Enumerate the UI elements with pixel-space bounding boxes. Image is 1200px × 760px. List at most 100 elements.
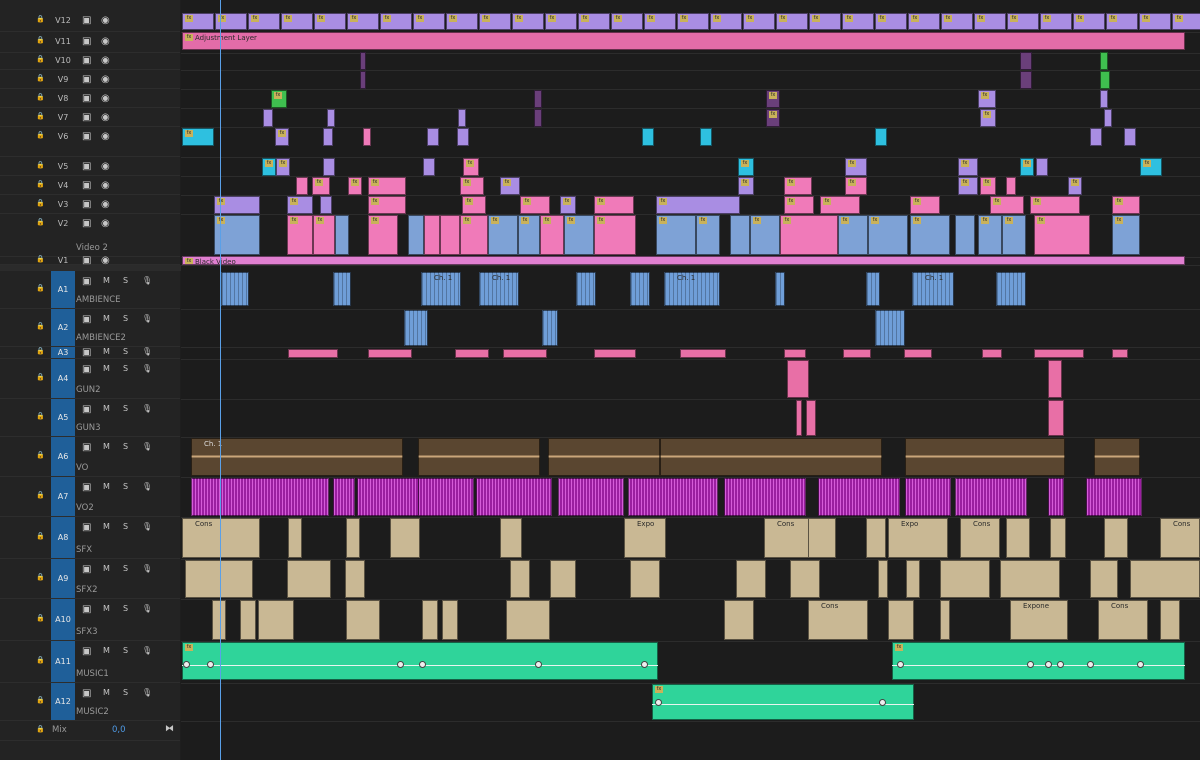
- keyframe[interactable]: [1027, 661, 1034, 668]
- ambience-clip[interactable]: Ch. 1: [912, 272, 954, 306]
- sfx-clip[interactable]: Expo: [624, 518, 666, 558]
- adjustment-clip[interactable]: fx: [314, 13, 346, 30]
- video-clip[interactable]: [424, 215, 440, 255]
- audio-clip[interactable]: [784, 349, 806, 358]
- adjustment-clip[interactable]: fx: [347, 13, 379, 30]
- audio-clip[interactable]: [455, 349, 489, 358]
- clip[interactable]: fx: [1112, 196, 1140, 214]
- adjustment-clip[interactable]: fx: [446, 13, 478, 30]
- sfx2-clip[interactable]: [287, 560, 331, 598]
- sfx3-clip[interactable]: [888, 600, 914, 640]
- clip[interactable]: [1100, 52, 1108, 70]
- mute-button[interactable]: M: [103, 482, 110, 491]
- clip[interactable]: [534, 109, 542, 127]
- sfx2-clip[interactable]: [510, 560, 530, 598]
- sync-lock-icon[interactable]: ▣: [82, 347, 91, 358]
- vo2-clip[interactable]: [1048, 478, 1064, 516]
- track-target-v5[interactable]: V5: [51, 157, 75, 176]
- video-clip[interactable]: fx: [460, 215, 488, 255]
- clip[interactable]: [700, 128, 712, 146]
- keyframe[interactable]: [535, 661, 542, 668]
- vo2-clip[interactable]: [724, 478, 806, 516]
- clip[interactable]: fx: [312, 177, 330, 195]
- sfx-clip[interactable]: [500, 518, 522, 558]
- mix-expand-icon[interactable]: ⧓: [165, 724, 174, 734]
- video-clip[interactable]: fx: [594, 215, 636, 255]
- timeline-tracks[interactable]: fx fx fx fx fx fx fx fx fx fx fx fx fx fx fx fx fx fx fx fx…: [181, 0, 1200, 760]
- vo2-clip[interactable]: [1086, 478, 1142, 516]
- track-target-a4[interactable]: A4: [51, 359, 75, 398]
- audio-clip[interactable]: [503, 349, 547, 358]
- solo-button[interactable]: S: [123, 314, 128, 323]
- video-clip[interactable]: fx: [656, 215, 696, 255]
- video-clip[interactable]: fx: [1002, 215, 1026, 255]
- adjustment-clip[interactable]: fx: [281, 13, 313, 30]
- solo-button[interactable]: S: [123, 564, 128, 573]
- clip[interactable]: fx: [271, 90, 287, 108]
- sync-lock-icon[interactable]: ▣: [82, 604, 91, 615]
- clip[interactable]: [1020, 52, 1032, 70]
- clip[interactable]: fx: [460, 177, 484, 195]
- sfx2-clip[interactable]: [185, 560, 253, 598]
- video-clip[interactable]: fx: [910, 215, 950, 255]
- lock-icon[interactable]: 🔒: [36, 255, 45, 263]
- sfx3-clip[interactable]: [258, 600, 294, 640]
- solo-button[interactable]: S: [123, 646, 128, 655]
- eye-icon[interactable]: ◉: [101, 15, 110, 26]
- track-target-v8[interactable]: V8: [51, 89, 75, 108]
- sfx2-clip[interactable]: [550, 560, 576, 598]
- track-target-v7[interactable]: V7: [51, 108, 75, 127]
- sfx2-clip[interactable]: [736, 560, 766, 598]
- lock-icon[interactable]: 🔒: [36, 725, 45, 733]
- sfx3-clip[interactable]: Cons: [808, 600, 868, 640]
- lock-icon[interactable]: 🔒: [36, 15, 45, 23]
- adjustment-clip[interactable]: fx: [842, 13, 874, 30]
- lock-icon[interactable]: 🔒: [36, 373, 45, 381]
- ambience-clip[interactable]: [775, 272, 785, 306]
- keyframe[interactable]: [897, 661, 904, 668]
- audio-clip[interactable]: [904, 349, 932, 358]
- sync-lock-icon[interactable]: ▣: [82, 404, 91, 415]
- track-target-a12[interactable]: A12: [51, 683, 75, 720]
- lock-icon[interactable]: 🔒: [36, 131, 45, 139]
- microphone-icon[interactable]: 🎙: [142, 482, 152, 491]
- sfx2-clip[interactable]: [940, 560, 990, 598]
- keyframe[interactable]: [1057, 661, 1064, 668]
- keyframe[interactable]: [641, 661, 648, 668]
- adjustment-clip[interactable]: fx: [182, 13, 214, 30]
- sfx3-clip[interactable]: Cons: [1098, 600, 1148, 640]
- clip[interactable]: fx: [560, 196, 576, 214]
- video-clip[interactable]: fx: [780, 215, 838, 255]
- sfx-clip[interactable]: [346, 518, 360, 558]
- clip[interactable]: fx: [500, 177, 520, 195]
- clip[interactable]: fx: [656, 196, 740, 214]
- sfx-clip[interactable]: Cons: [1160, 518, 1200, 558]
- sfx3-clip[interactable]: [940, 600, 950, 640]
- video-clip[interactable]: fx: [1034, 215, 1090, 255]
- lock-icon[interactable]: 🔒: [36, 614, 45, 622]
- solo-button[interactable]: S: [123, 442, 128, 451]
- lock-icon[interactable]: 🔒: [36, 36, 45, 44]
- clip[interactable]: [320, 196, 332, 214]
- clip[interactable]: [1104, 109, 1112, 127]
- mute-button[interactable]: M: [103, 604, 110, 613]
- mute-button[interactable]: M: [103, 276, 110, 285]
- track-target-v10[interactable]: V10: [51, 51, 75, 70]
- adjustment-clip[interactable]: fx: [479, 13, 511, 30]
- clip[interactable]: fx: [845, 177, 867, 195]
- clip[interactable]: [1006, 177, 1016, 195]
- clip[interactable]: [642, 128, 654, 146]
- audio-clip[interactable]: [843, 349, 871, 358]
- ambience-clip[interactable]: [866, 272, 880, 306]
- clip[interactable]: [1036, 158, 1048, 176]
- sync-lock-icon[interactable]: ▣: [82, 522, 91, 533]
- video-clip[interactable]: [335, 215, 349, 255]
- sync-lock-icon[interactable]: ▣: [82, 36, 91, 47]
- adjustment-clip[interactable]: fx: [380, 13, 412, 30]
- eye-icon[interactable]: ◉: [101, 55, 110, 66]
- sfx3-clip[interactable]: [346, 600, 380, 640]
- sync-lock-icon[interactable]: ▣: [82, 55, 91, 66]
- adjustment-clip[interactable]: fx: [512, 13, 544, 30]
- eye-icon[interactable]: ◉: [101, 180, 110, 191]
- clip[interactable]: fx: [766, 90, 780, 108]
